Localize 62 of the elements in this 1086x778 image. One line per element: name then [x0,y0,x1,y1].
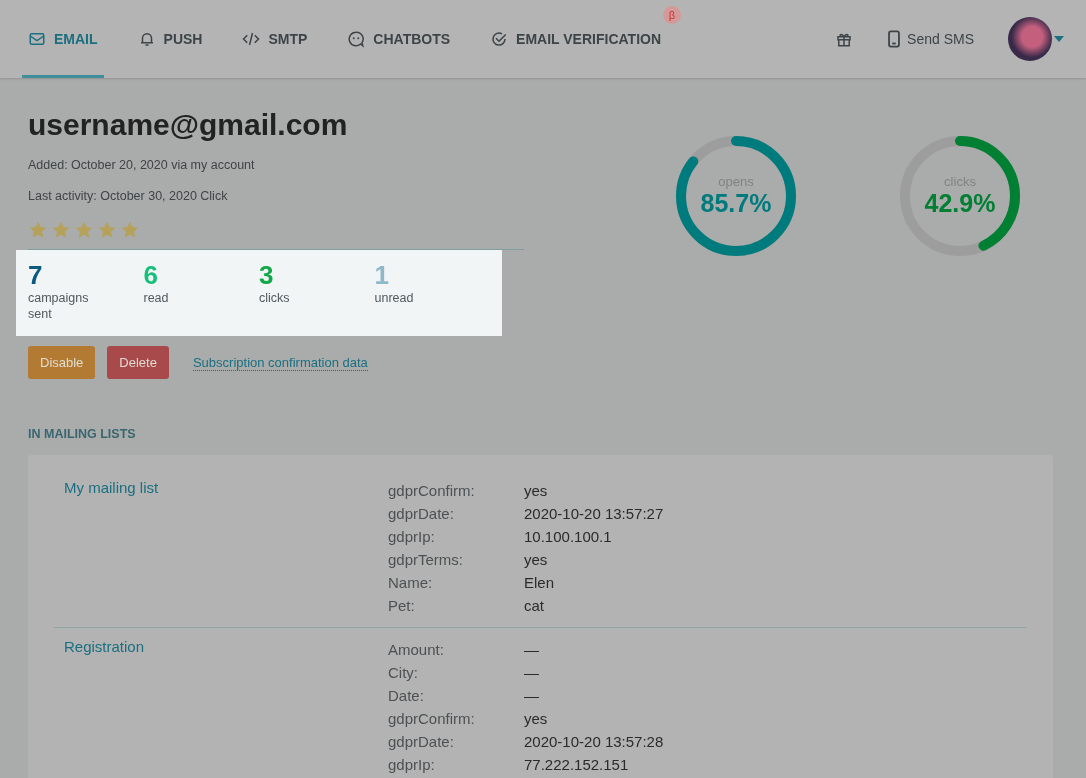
field-value: 2020-10-20 13:57:28 [524,732,664,752]
nav-tab[interactable]: EMAIL VERIFICATION β [484,0,682,78]
list-name[interactable]: My mailing list [64,479,159,496]
chat-bubble-icon [347,30,366,48]
field-label: gdprConfirm: [388,481,476,501]
field-value: 77.222.152.151 [524,755,630,775]
stat-label: read [143,290,170,306]
nav-tab[interactable]: EMAIL [22,0,104,78]
stat-value: 7 [28,260,44,290]
nav-tab[interactable]: CHATBOTS [341,0,457,78]
field-label: Pet: [388,596,416,616]
stat-value: 6 [143,260,159,290]
added-info: Added: October 20, 2020 via my account [28,158,256,172]
star-icon [51,220,71,240]
envelope-icon [28,30,46,48]
field-label: gdprConfirm: [388,709,476,729]
delete-button[interactable]: Delete [107,346,169,379]
last-activity: Last activity: October 30, 2020 Click [28,189,229,203]
beta-badge: β [663,6,682,24]
subscription-data-link[interactable]: Subscription confirmation data [192,354,368,371]
list-name[interactable]: Registration [64,638,145,655]
stat-label: unread [374,290,415,306]
caret-icon[interactable] [1054,36,1064,42]
field-value: Elen [524,573,556,593]
star-icon [74,220,94,240]
stat-label: campaigns sent [28,290,90,322]
field-value: — [524,663,540,683]
gauge-value: 85.7% [700,189,772,218]
field-value: yes [524,550,549,570]
stat-label: clicks [259,290,291,306]
star-icon [28,220,48,240]
field-value: 2020-10-20 13:57:27 [524,504,664,524]
send-sms-button[interactable]: Send SMS [881,29,980,49]
code-icon [242,30,261,48]
field-label: Name: [388,573,434,593]
field-label: Amount: [388,640,445,660]
stat-value: 1 [374,260,390,290]
field-label: gdprIp: [388,755,436,775]
field-value: cat [524,596,545,616]
field-value: 10.100.100.1 [524,527,613,547]
avatar[interactable] [1008,17,1052,61]
field-label: Date: [388,686,425,706]
field-value: — [524,640,540,660]
field-value: yes [524,481,549,501]
field-value: yes [524,709,549,729]
field-label: gdprTerms: [388,550,465,570]
check-circle-icon [490,30,509,48]
section-heading: IN MAILING LISTS [28,427,137,441]
contact-email: username@gmail.com [28,108,349,142]
field-label: gdprIp: [388,527,436,547]
field-label: City: [388,663,419,683]
field-value: — [524,686,540,706]
star-icon [97,220,117,240]
nav-tab[interactable]: PUSH [131,0,209,78]
disable-button[interactable]: Disable [28,346,96,379]
phone-icon [887,30,902,48]
nav-tab[interactable]: SMTP [236,0,314,78]
stat-value: 3 [259,260,275,290]
field-label: gdprDate: [388,732,455,752]
star-icon [120,220,140,240]
gauge-value: 42.9% [924,189,996,218]
field-label: gdprDate: [388,504,455,524]
